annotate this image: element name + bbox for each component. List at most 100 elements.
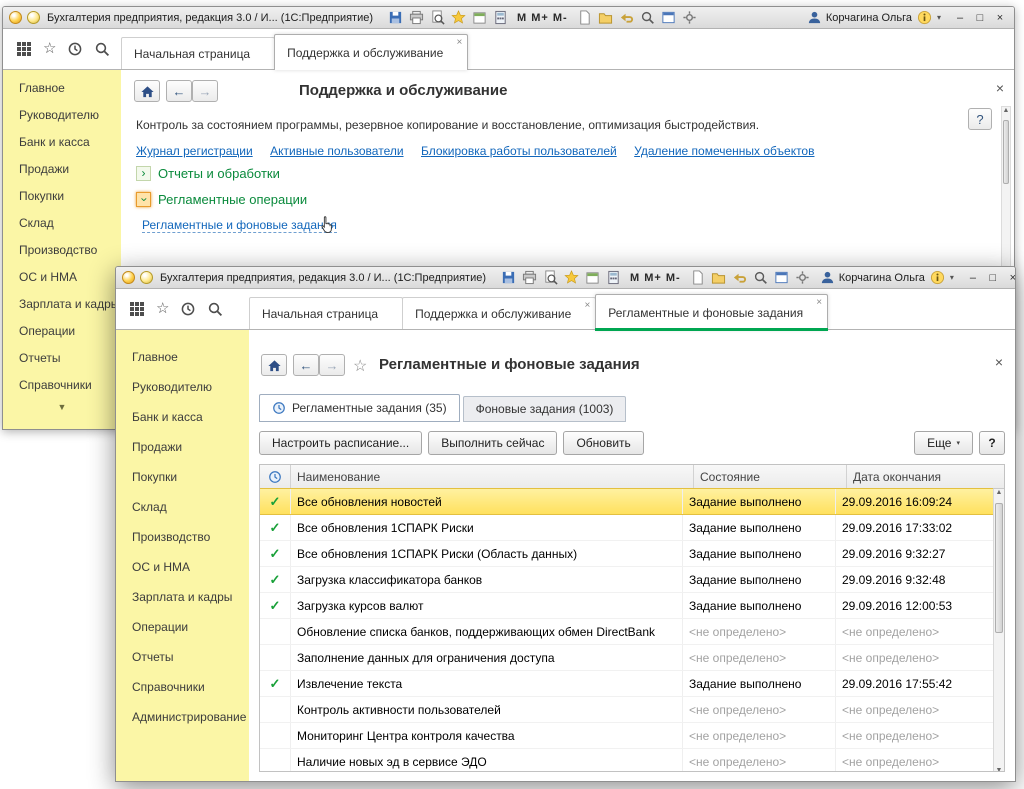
scheduled-jobs-command[interactable]: Регламентные и фоновые задания bbox=[142, 218, 337, 233]
back-button[interactable]: ← bbox=[166, 80, 192, 102]
print-icon[interactable] bbox=[522, 270, 537, 285]
open-file-icon[interactable] bbox=[711, 270, 726, 285]
settings-icon[interactable] bbox=[682, 10, 697, 25]
add-to-favorites-icon[interactable]: ☆ bbox=[353, 356, 367, 376]
show-window-icon[interactable] bbox=[774, 270, 789, 285]
sections-menu-icon[interactable] bbox=[16, 41, 32, 57]
calculator-icon[interactable] bbox=[606, 270, 621, 285]
sidebar-item-pokupki[interactable]: Покупки bbox=[116, 462, 249, 492]
history-icon[interactable] bbox=[180, 301, 196, 317]
search-icon[interactable] bbox=[94, 41, 110, 57]
link-active-users[interactable]: Активные пользователи bbox=[270, 144, 403, 158]
sidebar-item-sklad[interactable]: Склад bbox=[116, 492, 249, 522]
table-row[interactable]: ✓ Все обновления новостей Задание выполн… bbox=[260, 488, 993, 515]
table-scrollbar[interactable]: ▲ ▼ bbox=[993, 489, 1004, 772]
link-event-log[interactable]: Журнал регистрации bbox=[136, 144, 253, 158]
table-row[interactable]: Наличие новых эд в сервисе ЭДО <не опред… bbox=[260, 749, 993, 772]
sidebar-item-prodazhi[interactable]: Продажи bbox=[3, 156, 121, 183]
sidebar-item-zarplata[interactable]: Зарплата и кадры bbox=[116, 582, 249, 612]
calendar-icon[interactable] bbox=[585, 270, 600, 285]
column-date[interactable]: Дата окончания bbox=[846, 465, 1004, 488]
refresh-button[interactable]: Обновить bbox=[563, 431, 643, 455]
print-preview-icon[interactable] bbox=[543, 270, 558, 285]
expand-section-icon[interactable]: › bbox=[136, 166, 151, 181]
calendar-icon[interactable] bbox=[472, 10, 487, 25]
sidebar-item-rukovoditelyu[interactable]: Руководителю bbox=[116, 372, 249, 402]
favorites-star-icon[interactable] bbox=[564, 270, 579, 285]
sidebar-item-bank-kassa[interactable]: Банк и касса bbox=[3, 129, 121, 156]
sidebar-item-operacii[interactable]: Операции bbox=[3, 318, 121, 345]
undo-icon[interactable] bbox=[732, 270, 747, 285]
scrollbar-thumb[interactable] bbox=[995, 503, 1003, 633]
main-menu-button[interactable] bbox=[122, 271, 135, 284]
save-icon[interactable] bbox=[388, 10, 403, 25]
link-user-lock[interactable]: Блокировка работы пользователей bbox=[421, 144, 617, 158]
titlebar-dropdown-icon[interactable]: ▾ bbox=[937, 13, 941, 22]
history-icon[interactable] bbox=[67, 41, 83, 57]
help-button[interactable]: ? bbox=[968, 108, 992, 130]
sidebar-item-glavnoe[interactable]: Главное bbox=[3, 75, 121, 102]
link-delete-marked[interactable]: Удаление помеченных объектов bbox=[634, 144, 814, 158]
close-window-button[interactable]: × bbox=[1005, 271, 1015, 285]
open-file-icon[interactable] bbox=[598, 10, 613, 25]
home-button[interactable] bbox=[261, 354, 287, 376]
info-icon[interactable] bbox=[917, 10, 932, 25]
calculator-icon[interactable] bbox=[493, 10, 508, 25]
sidebar-item-glavnoe[interactable]: Главное bbox=[116, 342, 249, 372]
search-icon[interactable] bbox=[207, 301, 223, 317]
tab-background-jobs-list[interactable]: Фоновые задания (1003) bbox=[463, 396, 627, 422]
tab-close-icon[interactable]: × bbox=[816, 298, 822, 308]
save-icon[interactable] bbox=[501, 270, 516, 285]
settings-icon[interactable] bbox=[795, 270, 810, 285]
close-window-button[interactable]: × bbox=[992, 11, 1008, 25]
scrollbar-thumb[interactable] bbox=[1003, 120, 1009, 184]
collapse-section-icon[interactable]: › bbox=[136, 192, 151, 207]
maximize-button[interactable]: □ bbox=[972, 11, 988, 25]
table-row[interactable]: Обновление списка банков, поддерживающих… bbox=[260, 619, 993, 645]
tab-start-page[interactable]: Начальная страница bbox=[249, 297, 403, 329]
minimize-button[interactable]: – bbox=[965, 271, 981, 285]
sidebar-scroll-down-icon[interactable]: ▼ bbox=[3, 402, 121, 412]
sidebar-item-bank-kassa[interactable]: Банк и касса bbox=[116, 402, 249, 432]
quick-menu-button[interactable] bbox=[27, 11, 40, 24]
forward-button[interactable]: → bbox=[319, 354, 345, 376]
sidebar-item-operacii[interactable]: Операции bbox=[116, 612, 249, 642]
calculator-memory-buttons[interactable]: М М+ М- bbox=[630, 272, 681, 284]
maximize-button[interactable]: □ bbox=[985, 271, 1001, 285]
find-icon[interactable] bbox=[753, 270, 768, 285]
back-button[interactable]: ← bbox=[293, 354, 319, 376]
favorites-icon[interactable]: ☆ bbox=[43, 41, 56, 57]
minimize-button[interactable]: – bbox=[952, 11, 968, 25]
help-button[interactable]: ? bbox=[979, 431, 1005, 455]
scroll-up-icon[interactable]: ▲ bbox=[1003, 107, 1010, 114]
tab-support-service[interactable]: Поддержка и обслуживание × bbox=[274, 34, 468, 70]
sidebar-item-os-nma[interactable]: ОС и НМА bbox=[3, 264, 121, 291]
table-row[interactable]: Мониторинг Центра контроля качества <не … bbox=[260, 723, 993, 749]
calculator-memory-buttons[interactable]: М М+ М- bbox=[517, 12, 568, 24]
sidebar-item-proizvodstvo[interactable]: Производство bbox=[3, 237, 121, 264]
table-row[interactable]: ✓ Загрузка классификатора банков Задание… bbox=[260, 567, 993, 593]
scroll-up-icon[interactable]: ▲ bbox=[996, 489, 1003, 496]
sidebar-item-pokupki[interactable]: Покупки bbox=[3, 183, 121, 210]
table-row[interactable]: ✓ Все обновления 1СПАРК Риски (Область д… bbox=[260, 541, 993, 567]
table-row[interactable]: Заполнение данных для ограничения доступ… bbox=[260, 645, 993, 671]
section-operations-label[interactable]: Регламентные операции bbox=[158, 192, 307, 207]
sidebar-item-sklad[interactable]: Склад bbox=[3, 210, 121, 237]
favorites-icon[interactable]: ☆ bbox=[156, 301, 169, 317]
current-user[interactable]: Корчагина Ольга bbox=[820, 270, 925, 285]
tab-support-service[interactable]: Поддержка и обслуживание × bbox=[402, 297, 596, 329]
tab-scheduled-jobs[interactable]: Регламентные и фоновые задания × bbox=[595, 294, 828, 330]
tab-start-page[interactable]: Начальная страница bbox=[121, 37, 275, 69]
sidebar-item-os-nma[interactable]: ОС и НМА bbox=[116, 552, 249, 582]
titlebar-dropdown-icon[interactable]: ▾ bbox=[950, 273, 954, 282]
table-row[interactable]: ✓ Загрузка курсов валют Задание выполнен… bbox=[260, 593, 993, 619]
sidebar-item-spravochniki[interactable]: Справочники bbox=[116, 672, 249, 702]
print-preview-icon[interactable] bbox=[430, 10, 445, 25]
find-icon[interactable] bbox=[640, 10, 655, 25]
quick-menu-button[interactable] bbox=[140, 271, 153, 284]
sidebar-item-proizvodstvo[interactable]: Производство bbox=[116, 522, 249, 552]
sidebar-item-prodazhi[interactable]: Продажи bbox=[116, 432, 249, 462]
column-state[interactable]: Состояние bbox=[693, 465, 846, 488]
tab-scheduled-jobs-list[interactable]: Регламентные задания (35) bbox=[259, 394, 460, 422]
scroll-down-icon[interactable]: ▼ bbox=[994, 767, 1004, 772]
